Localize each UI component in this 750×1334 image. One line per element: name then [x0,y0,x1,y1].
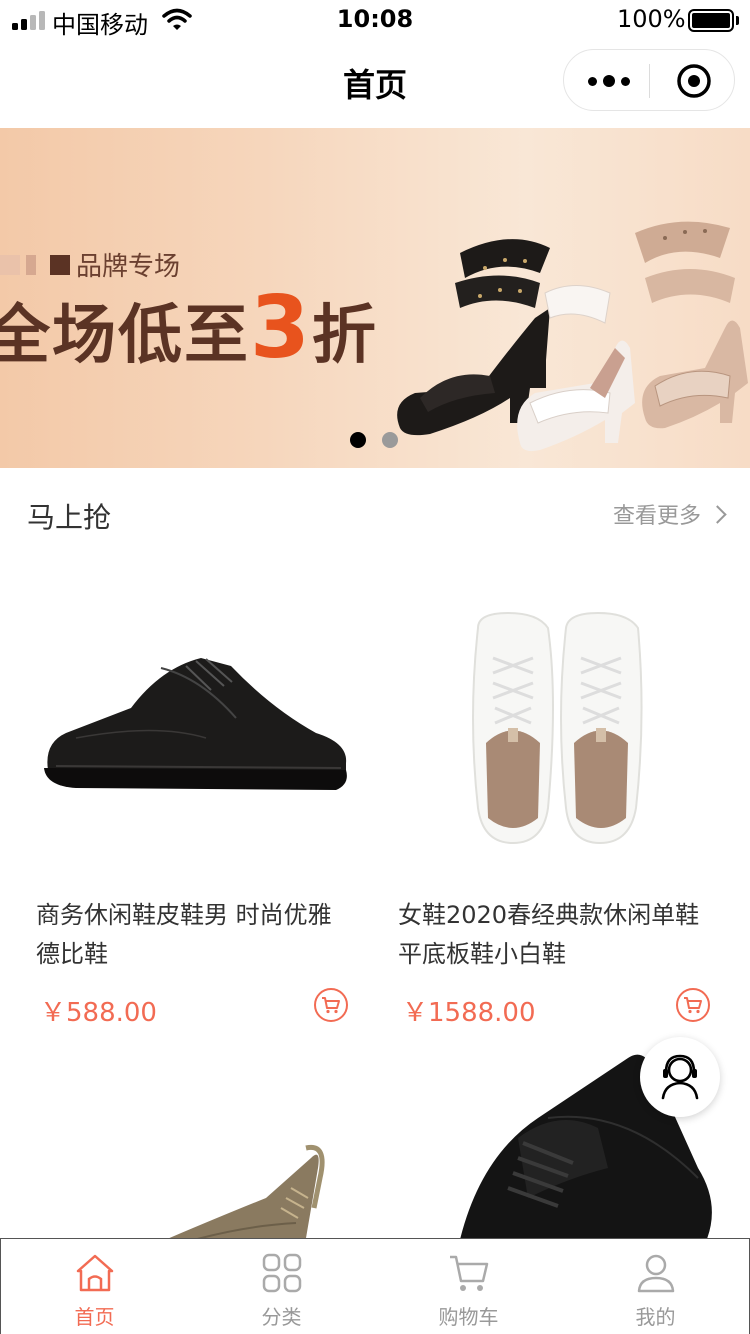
product-image-mens-derby-shoe [44,658,347,790]
cart-icon [449,1255,488,1291]
carousel-indicators [350,432,398,448]
cart-icon [684,997,702,1014]
battery-icon [688,9,734,32]
brand-logo-block [0,254,20,275]
product-card[interactable]: 商务休闲鞋皮鞋男 时尚优雅德比鞋 ￥588.00 [36,558,376,1028]
flash-sale-header: 马上抢 查看更多 [0,468,750,558]
view-more-link[interactable]: 查看更多 [612,498,727,530]
tab-home-label: 首页 [74,1305,115,1329]
headline-number: 3 [250,278,312,378]
carousel-dot-2[interactable] [382,432,398,448]
status-bar: 中国移动 10:08 100% [0,0,750,40]
navigation-bar: 首页 [0,40,750,128]
tab-mine[interactable]: 我的 [562,1239,749,1334]
product-price: ￥588.00 [40,998,157,1028]
add-to-cart-button[interactable] [314,988,348,1022]
brand-logo-block [50,254,70,275]
product-price: ￥1588.00 [402,998,536,1028]
bottom-tab-bar: 首页 分类 购物车 我的 [0,1238,750,1334]
tab-cart-label: 购物车 [438,1305,499,1329]
tab-category-label: 分类 [261,1305,302,1329]
battery-percent: 100% [617,5,686,33]
product-card[interactable] [36,1048,376,1238]
banner-headline: 全场低至3折 [0,278,378,378]
more-options-icon[interactable] [588,72,630,90]
tab-home[interactable]: 首页 [1,1239,188,1334]
promo-banner[interactable]: 品牌专场 全场低至3折 [0,128,750,468]
section-title: 马上抢 [27,501,112,534]
capsule-divider [649,64,650,98]
product-image-slingback-heel [169,1144,325,1238]
product-image-white-sneakers [472,611,643,845]
brand-logo-block [26,254,36,275]
product-grid: 商务休闲鞋皮鞋男 时尚优雅德比鞋 ￥588.00 女鞋2020春经典款休闲单鞋平… [0,558,750,1238]
headline-prefix: 全场低至 [0,299,250,373]
sandals-image [397,221,748,452]
home-icon [76,1254,113,1292]
miniprogram-capsule [563,49,735,111]
cart-icon [322,997,340,1014]
product-name: 女鞋2020春经典款休闲单鞋平底板鞋小白鞋 [398,901,700,968]
user-icon [637,1254,674,1293]
product-card[interactable]: 女鞋2020春经典款休闲单鞋平底板鞋小白鞋 ￥1588.00 [398,558,738,1028]
product-name: 商务休闲鞋皮鞋男 时尚优雅德比鞋 [36,901,332,968]
view-more-label: 查看更多 [612,504,701,529]
battery-nub [736,16,739,25]
carousel-dot-1[interactable] [350,432,366,448]
tab-cart[interactable]: 购物车 [375,1239,562,1334]
add-to-cart-button[interactable] [676,988,710,1022]
tab-mine-label: 我的 [635,1305,676,1329]
category-grid-icon [262,1253,301,1293]
tab-category[interactable]: 分类 [188,1239,375,1334]
customer-service-button[interactable] [640,1037,720,1117]
close-miniprogram-icon[interactable] [675,62,713,100]
chevron-right-icon [708,504,727,524]
headset-user-icon [661,1054,699,1100]
